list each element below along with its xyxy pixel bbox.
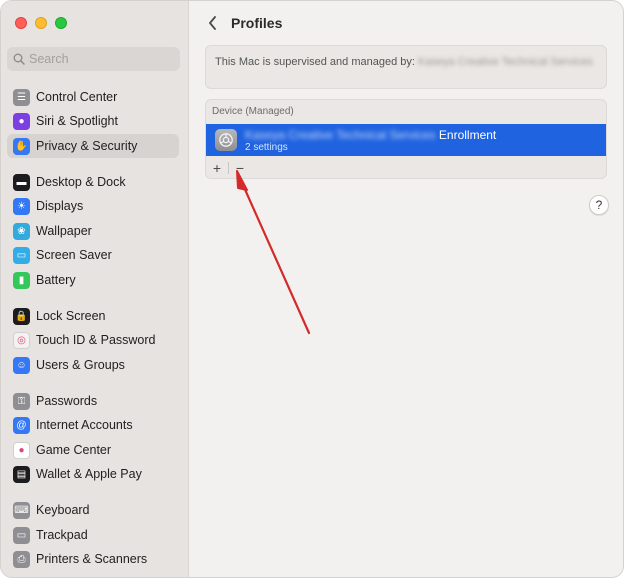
sidebar-item-passwords[interactable]: ⚿ Passwords xyxy=(7,389,179,413)
settings-window: ☰ Control Center ● Siri & Spotlight ✋ Privacy… xyxy=(0,0,624,578)
sidebar-item-trackpad[interactable]: ▭ Trackpad xyxy=(7,523,179,547)
sidebar-item-label: Users & Groups xyxy=(36,358,125,372)
sidebar-item-control-center[interactable]: ☰ Control Center xyxy=(7,85,179,109)
add-profile-button[interactable]: + xyxy=(206,158,228,178)
sidebar-item-label: Control Center xyxy=(36,90,118,104)
supervised-text: This Mac is supervised and managed by: xyxy=(215,56,415,68)
sidebar-item-screen-saver[interactable]: ▭ Screen Saver xyxy=(7,243,179,267)
window-controls xyxy=(15,17,67,29)
back-button[interactable] xyxy=(205,14,219,32)
hand-icon: ✋ xyxy=(13,137,30,155)
game-center-icon: ● xyxy=(13,441,30,459)
close-button[interactable] xyxy=(15,17,27,29)
sidebar-item-label: Game Center xyxy=(36,443,112,457)
sidebar-item-label: Siri & Spotlight xyxy=(36,114,118,128)
sidebar-item-label: Internet Accounts xyxy=(36,418,133,432)
at-icon: @ xyxy=(13,416,30,434)
users-icon: ☺ xyxy=(13,356,30,374)
lock-icon: 🔒 xyxy=(13,307,30,325)
profile-title: Kaseya Creative Technical Services Enrol… xyxy=(245,128,496,142)
sidebar-item-displays[interactable]: ☀ Displays xyxy=(7,194,179,218)
wallet-icon: ▤ xyxy=(13,465,30,483)
sidebar-item-lock-screen[interactable]: 🔒 Lock Screen xyxy=(7,304,179,328)
sidebar-item-privacy-security[interactable]: ✋ Privacy & Security xyxy=(7,134,179,158)
sidebar-item-wallpaper[interactable]: ❀ Wallpaper xyxy=(7,219,179,243)
sidebar-item-label: Privacy & Security xyxy=(36,139,138,153)
battery-icon: ▮ xyxy=(13,271,30,289)
sidebar-item-label: Printers & Scanners xyxy=(36,552,148,566)
page-title: Profiles xyxy=(231,15,283,31)
profile-gear-icon xyxy=(215,129,237,151)
wallpaper-icon: ❀ xyxy=(13,222,30,240)
dock-icon: ▬ xyxy=(13,173,30,191)
sidebar-item-label: Trackpad xyxy=(36,528,88,542)
siri-icon: ● xyxy=(13,112,30,130)
sidebar-item-label: Battery xyxy=(36,273,76,287)
main-pane: Profiles This Mac is supervised and mana… xyxy=(189,1,623,577)
minimize-button[interactable] xyxy=(35,17,47,29)
chevron-left-icon xyxy=(208,16,216,30)
zoom-button[interactable] xyxy=(55,17,67,29)
printer-icon: ⎙ xyxy=(13,550,30,568)
displays-icon: ☀ xyxy=(13,197,30,215)
sidebar-item-label: Touch ID & Password xyxy=(36,333,156,347)
sidebar-item-battery[interactable]: ▮ Battery xyxy=(7,268,179,292)
sidebar-item-label: Wallet & Apple Pay xyxy=(36,467,142,481)
sidebar-item-label: Keyboard xyxy=(36,503,90,517)
sidebar-item-desktop-dock[interactable]: ▬ Desktop & Dock xyxy=(7,170,179,194)
sidebar-item-printers-scanners[interactable]: ⎙ Printers & Scanners xyxy=(7,547,179,571)
list-toolbar: + − xyxy=(206,158,251,178)
help-button[interactable]: ? xyxy=(589,195,609,215)
profile-name-suffix: Enrollment xyxy=(438,128,497,142)
list-header: Device (Managed) xyxy=(212,106,294,117)
sidebar: ☰ Control Center ● Siri & Spotlight ✋ Privacy… xyxy=(1,1,189,577)
sidebar-item-label: Lock Screen xyxy=(36,309,106,323)
profile-row[interactable]: Kaseya Creative Technical Services Enrol… xyxy=(206,124,606,156)
profile-subtitle: 2 settings xyxy=(245,142,288,153)
sidebar-item-game-center[interactable]: ● Game Center xyxy=(7,438,179,462)
sidebar-item-label: Desktop & Dock xyxy=(36,175,126,189)
sidebar-item-siri-spotlight[interactable]: ● Siri & Spotlight xyxy=(7,109,179,133)
search-field[interactable] xyxy=(7,47,180,71)
search-input[interactable] xyxy=(29,52,169,66)
sidebar-item-label: Displays xyxy=(36,199,84,213)
sidebar-item-wallet-apple-pay[interactable]: ▤ Wallet & Apple Pay xyxy=(7,462,179,486)
sidebar-item-users-groups[interactable]: ☺ Users & Groups xyxy=(7,353,179,377)
profiles-list: Device (Managed) Kaseya Creative Technic… xyxy=(205,99,607,179)
sidebar-item-label: Wallpaper xyxy=(36,224,92,238)
control-center-icon: ☰ xyxy=(13,88,30,106)
profile-name-redacted: Kaseya Creative Technical Services xyxy=(245,128,436,142)
keyboard-icon: ⌨ xyxy=(13,501,30,519)
search-icon xyxy=(13,53,25,65)
sidebar-item-label: Screen Saver xyxy=(36,248,112,262)
fingerprint-icon: ◎ xyxy=(13,331,30,349)
remove-profile-button[interactable]: − xyxy=(229,158,251,178)
supervisor-name-redacted: Kaseya Creative Technical Services xyxy=(418,56,593,68)
trackpad-icon: ▭ xyxy=(13,526,30,544)
sidebar-item-keyboard[interactable]: ⌨ Keyboard xyxy=(7,498,179,522)
screen-saver-icon: ▭ xyxy=(13,246,30,264)
sidebar-item-internet-accounts[interactable]: @ Internet Accounts xyxy=(7,413,179,437)
sidebar-item-touch-id-password[interactable]: ◎ Touch ID & Password xyxy=(7,328,179,352)
sidebar-item-label: Passwords xyxy=(36,394,98,408)
supervision-card: This Mac is supervised and managed by: K… xyxy=(205,45,607,89)
key-icon: ⚿ xyxy=(13,392,30,410)
